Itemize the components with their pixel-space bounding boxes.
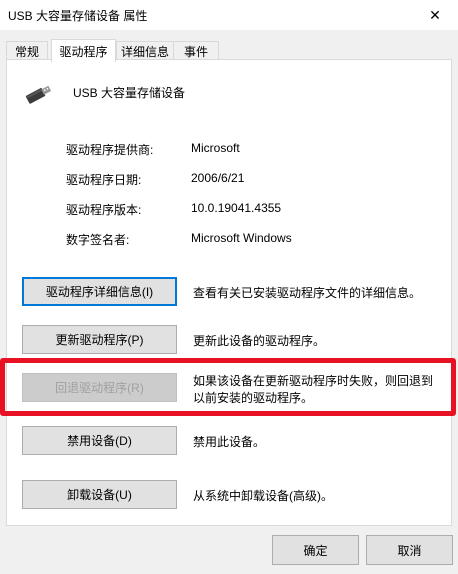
driver-details-button[interactable]: 驱动程序详细信息(I) (22, 277, 177, 306)
uninstall-device-desc: 从系统中卸载设备(高级)。 (193, 489, 333, 503)
cancel-button-label: 取消 (397, 543, 422, 558)
uninstall-device-button[interactable]: 卸载设备(U) (22, 480, 177, 509)
window-title: USB 大容量存储设备 属性 (8, 9, 148, 23)
version-value: 10.0.19041.4355 (191, 201, 282, 215)
date-label: 驱动程序日期: (66, 173, 142, 187)
tab-details[interactable]: 详细信息 (116, 41, 174, 60)
disable-device-desc: 禁用此设备。 (193, 435, 266, 449)
cancel-button[interactable]: 取消 (366, 535, 453, 565)
tab-events[interactable]: 事件 (173, 41, 219, 60)
device-name: USB 大容量存储设备 (73, 86, 186, 100)
rollback-driver-button-label: 回退驱动程序(R) (55, 381, 144, 395)
provider-label: 驱动程序提供商: (66, 143, 154, 157)
tab-details-label: 详细信息 (120, 44, 169, 59)
tab-general[interactable]: 常规 (6, 41, 48, 60)
rollback-driver-desc: 如果该设备在更新驱动程序时失败，则回退到以前安装的驱动程序。 (193, 374, 434, 405)
tab-events-label: 事件 (183, 44, 208, 59)
update-driver-button-label: 更新驱动程序(P) (55, 333, 144, 347)
signer-label: 数字签名者: (66, 233, 130, 247)
close-button[interactable]: ✕ (412, 0, 458, 30)
disable-device-button[interactable]: 禁用设备(D) (22, 426, 177, 455)
disable-device-button-label: 禁用设备(D) (67, 434, 132, 448)
uninstall-device-button-label: 卸载设备(U) (67, 488, 132, 502)
ok-button-label: 确定 (303, 543, 328, 558)
version-label: 驱动程序版本: (66, 203, 142, 217)
driver-details-desc: 查看有关已安装驱动程序文件的详细信息。 (193, 286, 422, 300)
update-driver-desc: 更新此设备的驱动程序。 (193, 334, 326, 348)
rollback-driver-button[interactable]: 回退驱动程序(R) (22, 373, 177, 402)
signer-value: Microsoft Windows (191, 231, 292, 245)
window-body: 常规 驱动程序 详细信息 事件 USB 大容量存储设备 驱动程序提供商: Mic… (0, 30, 458, 574)
update-driver-button[interactable]: 更新驱动程序(P) (22, 325, 177, 354)
title-bar: USB 大容量存储设备 属性 ✕ (0, 0, 458, 30)
tab-driver[interactable]: 驱动程序 (51, 39, 116, 62)
close-icon: ✕ (429, 6, 441, 23)
driver-details-button-label: 驱动程序详细信息(I) (45, 285, 154, 299)
tab-general-label: 常规 (14, 44, 39, 59)
usb-drive-icon (25, 85, 52, 104)
date-value: 2006/6/21 (191, 171, 245, 185)
provider-value: Microsoft (191, 141, 240, 155)
ok-button[interactable]: 确定 (272, 535, 359, 565)
tab-driver-label: 驱动程序 (59, 44, 108, 59)
driver-panel: USB 大容量存储设备 驱动程序提供商: Microsoft 驱动程序日期: 2… (6, 59, 452, 526)
